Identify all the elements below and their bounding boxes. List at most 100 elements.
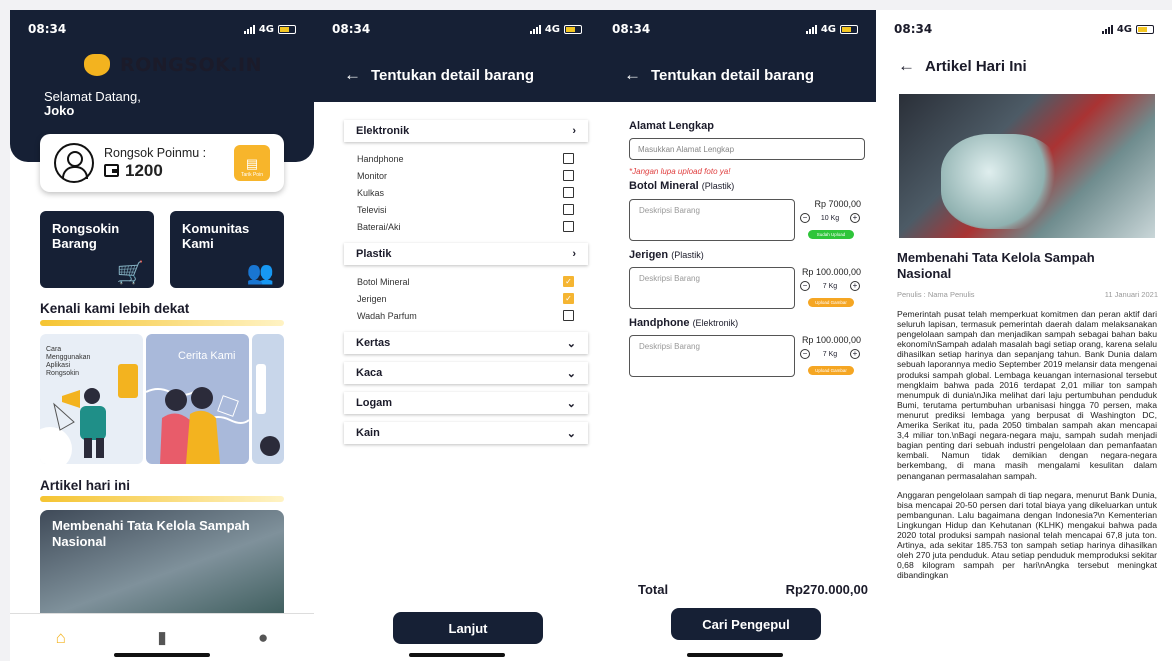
article-date: 11 Januari 2021 <box>1104 290 1158 299</box>
minus-icon[interactable]: − <box>800 281 810 291</box>
banner-next-preview[interactable] <box>252 334 284 464</box>
community-button[interactable]: Komunitas Kami 👥 <box>170 211 284 288</box>
item-botol-mineral[interactable]: Botol Mineral ✓ <box>344 273 588 290</box>
category-plastik[interactable]: Plastik › <box>344 243 588 265</box>
withdraw-points-button[interactable]: ▤ Tarik Poin <box>234 145 270 181</box>
find-collector-button[interactable]: Cari Pengepul <box>671 608 821 640</box>
item-monitor[interactable]: Monitor <box>344 167 588 184</box>
category-elektronik[interactable]: Elektronik › <box>344 120 588 142</box>
item-handphone[interactable]: Handphone <box>344 150 588 167</box>
rongsokin-button[interactable]: Rongsokin Barang 🛒 <box>40 211 154 288</box>
back-arrow-icon[interactable]: ← <box>898 56 915 76</box>
profile-icon[interactable]: ● <box>258 628 268 648</box>
upload-button-botol[interactable]: Sudah Upload <box>808 230 854 239</box>
note-icon[interactable]: ▮ <box>157 628 166 648</box>
home-icon[interactable]: ⌂ <box>56 628 66 648</box>
next-button[interactable]: Lanjut <box>393 612 543 644</box>
network-label: 4G <box>1116 23 1132 35</box>
network-label: 4G <box>820 23 836 35</box>
checkbox[interactable] <box>563 153 574 164</box>
upload-button-handphone[interactable]: Upload Gambar <box>808 366 854 375</box>
app-name: RONGSOK.IN <box>120 54 263 76</box>
category-label: Kaca <box>356 367 383 379</box>
checkbox-checked[interactable]: ✓ <box>563 276 574 287</box>
checkbox[interactable] <box>563 310 574 321</box>
plus-icon[interactable]: + <box>849 213 860 223</box>
back-arrow-icon[interactable]: ← <box>624 65 641 85</box>
category-kain[interactable]: Kain ⌄ <box>344 422 588 444</box>
page-title: Tentukan detail barang <box>371 66 535 84</box>
checkbox[interactable] <box>563 204 574 215</box>
welcome-greeting: Selamat Datang, <box>44 89 141 104</box>
item-baterai[interactable]: Baterai/Aki <box>344 218 588 235</box>
item-televisi[interactable]: Televisi <box>344 201 588 218</box>
chevron-down-icon: ⌄ <box>566 337 576 350</box>
qty-stepper-handphone: − 7 Kg + <box>800 349 860 359</box>
article-card[interactable]: Membenahi Tata Kelola Sampah Nasional <box>40 510 284 620</box>
banner-how-to[interactable]: Cara Menggunakan Aplikasi Rongsokin <box>40 334 143 464</box>
checkbox[interactable] <box>563 187 574 198</box>
section-underline <box>40 320 284 326</box>
upload-button-jerigen[interactable]: Upload Gambar <box>808 298 854 307</box>
app-bar: ← Tentukan detail barang <box>594 48 876 102</box>
banner-our-story[interactable]: Cerita Kami <box>146 334 249 464</box>
item-category: (Plastik) <box>701 181 735 191</box>
item-label: Wadah Parfum <box>357 310 417 321</box>
category-label: Kain <box>356 427 380 439</box>
banner-next-illustration <box>256 364 280 456</box>
article-section-title: Artikel hari ini <box>40 478 131 493</box>
checkbox[interactable] <box>563 170 574 181</box>
status-bar: 08:34 4G <box>314 10 600 48</box>
withdraw-label: Tarik Poin <box>241 172 263 178</box>
detail-form-screen: 08:34 4G ← Tentukan detail barang Alamat… <box>594 10 876 661</box>
address-input[interactable]: Masukkan Alamat Lengkap <box>629 138 865 160</box>
category-label: Elektronik <box>356 125 410 137</box>
points-card: Rongsok Poinmu : 1200 ▤ Tarik Poin <box>40 134 284 192</box>
signal-icon <box>243 24 255 34</box>
item-label: Handphone <box>357 153 404 164</box>
signal-icon <box>1101 24 1113 34</box>
status-time: 08:34 <box>612 22 651 36</box>
item-title-botol: Botol Mineral (Plastik) <box>629 180 734 192</box>
category-label: Plastik <box>356 248 392 260</box>
community-label: Komunitas Kami <box>182 221 250 251</box>
chevron-right-icon: › <box>572 125 576 137</box>
desc-input-handphone[interactable]: Deskripsi Barang <box>629 335 795 377</box>
network-label: 4G <box>258 23 274 35</box>
minus-icon[interactable]: − <box>800 349 810 359</box>
plus-icon[interactable]: + <box>850 349 860 359</box>
status-time: 08:34 <box>332 22 371 36</box>
item-wadah-parfum[interactable]: Wadah Parfum <box>344 307 588 324</box>
desc-input-botol[interactable]: Deskripsi Barang <box>629 199 795 241</box>
signal-icon <box>529 24 541 34</box>
desc-input-jerigen[interactable]: Deskripsi Barang <box>629 267 795 309</box>
home-indicator <box>409 653 505 657</box>
item-label: Monitor <box>357 170 388 181</box>
battery-icon <box>1136 24 1154 34</box>
item-jerigen[interactable]: Jerigen ✓ <box>344 290 588 307</box>
item-title-handphone: Handphone (Elektronik) <box>629 317 738 329</box>
checkbox-checked[interactable]: ✓ <box>563 293 574 304</box>
category-kertas[interactable]: Kertas ⌄ <box>344 332 588 354</box>
category-kaca[interactable]: Kaca ⌄ <box>344 362 588 384</box>
category-logam[interactable]: Logam ⌄ <box>344 392 588 414</box>
user-icon <box>54 143 94 183</box>
qty-value: 7 Kg <box>822 282 838 290</box>
status-time: 08:34 <box>28 22 67 36</box>
page-title: Tentukan detail barang <box>651 66 815 84</box>
minus-icon[interactable]: − <box>800 213 810 223</box>
banner-how-to-illustration <box>40 364 138 464</box>
checkbox[interactable] <box>563 221 574 232</box>
home-indicator <box>114 653 210 657</box>
item-label: Baterai/Aki <box>357 221 401 232</box>
item-kulkas[interactable]: Kulkas <box>344 184 588 201</box>
total-label: Total <box>638 582 669 597</box>
trolley-icon: 🛒 <box>116 260 144 285</box>
plus-icon[interactable]: + <box>850 281 860 291</box>
welcome-text: Selamat Datang, Joko <box>44 90 141 118</box>
back-arrow-icon[interactable]: ← <box>344 65 361 85</box>
wallet-icon <box>104 164 119 177</box>
home-screen: 08:34 4G RONGSOK.IN Selamat Datang, Joko… <box>10 10 314 661</box>
article-meta: Penulis : Nama Penulis 11 Januari 2021 <box>897 290 1158 299</box>
app-bar: ← Tentukan detail barang <box>314 48 600 102</box>
